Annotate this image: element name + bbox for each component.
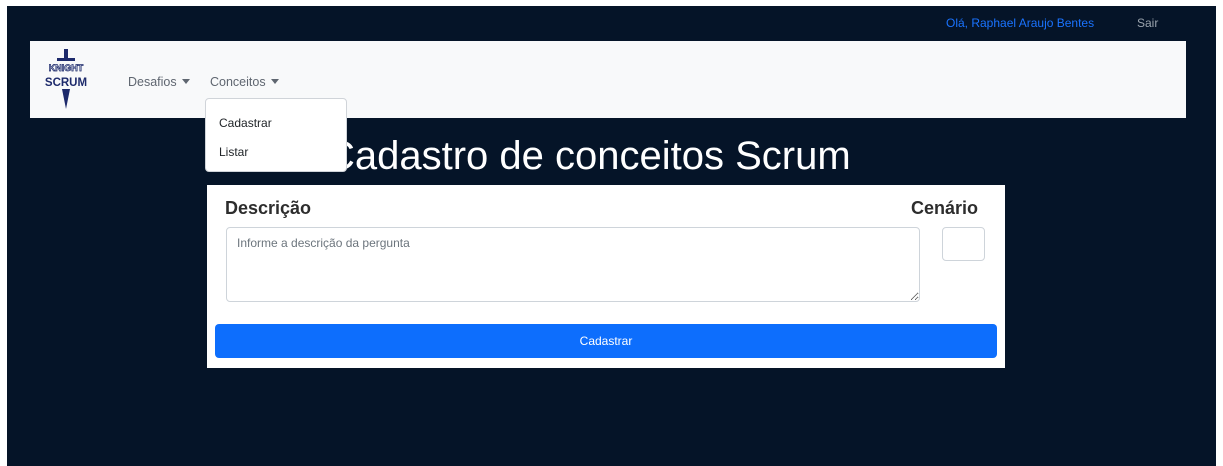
nav-conceitos-label: Conceitos: [210, 75, 266, 89]
caret-down-icon: [181, 79, 190, 84]
logout-link[interactable]: Sair: [1137, 16, 1158, 30]
concept-form: Descrição Cenário Cadastrar: [207, 185, 1005, 368]
user-greeting-link[interactable]: Olá, Raphael Araujo Bentes: [946, 16, 1094, 30]
navbar: KNIGHT SCRUM Desafios Conceitos: [30, 41, 1186, 118]
descricao-textarea[interactable]: [226, 227, 920, 302]
caret-down-icon: [270, 79, 279, 84]
cadastrar-button[interactable]: Cadastrar: [215, 324, 997, 358]
knight-scrum-logo[interactable]: KNIGHT SCRUM: [39, 49, 93, 111]
descricao-label: Descrição: [225, 198, 312, 218]
cenario-label: Cenário: [911, 198, 979, 218]
conceitos-dropdown-menu: Cadastrar Listar: [205, 98, 347, 172]
page-title: Cadastro de conceitos Scrum: [326, 134, 851, 178]
nav-dropdown-conceitos[interactable]: Conceitos: [210, 75, 279, 89]
nav-dropdown-desafios[interactable]: Desafios: [128, 75, 190, 89]
nav-desafios-label: Desafios: [128, 75, 177, 89]
dropdown-item-cadastrar[interactable]: Cadastrar: [219, 116, 272, 130]
dropdown-item-listar[interactable]: Listar: [219, 145, 248, 159]
svg-text:SCRUM: SCRUM: [45, 77, 87, 89]
cenario-input[interactable]: [942, 227, 985, 261]
app-container: Olá, Raphael Araujo Bentes Sair KNIGHT S…: [7, 6, 1216, 466]
svg-text:KNIGHT: KNIGHT: [49, 63, 84, 73]
